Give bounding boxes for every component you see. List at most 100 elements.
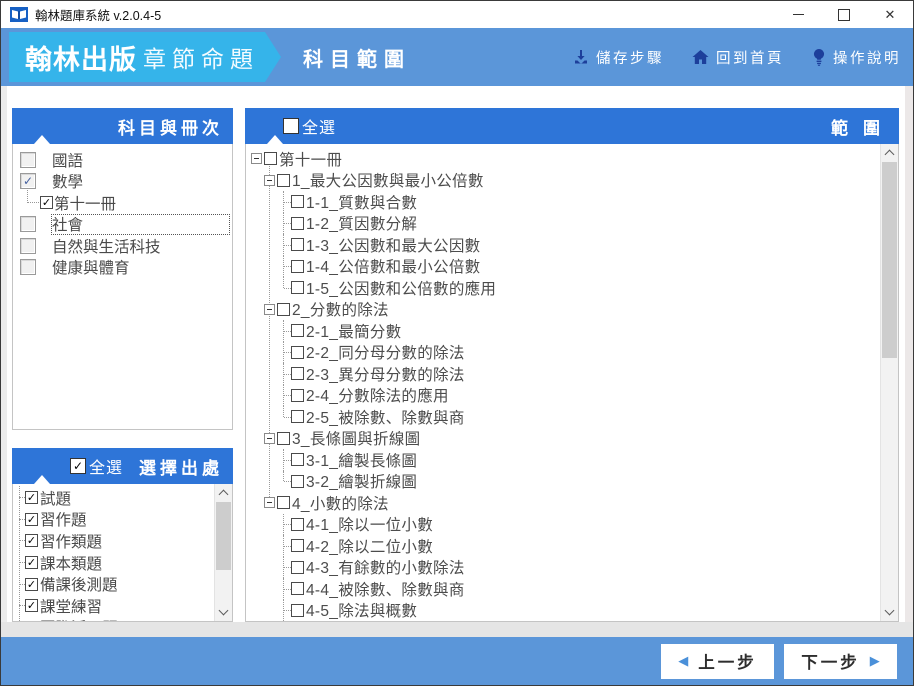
tree-checkbox[interactable]	[291, 517, 304, 531]
tree-label: 第十一冊	[279, 151, 343, 169]
tree-checkbox[interactable]	[291, 281, 304, 295]
subject-checkbox[interactable]	[20, 237, 36, 254]
tree-row[interactable]: 4-4_被除數、除數與商	[251, 578, 877, 600]
tree-checkbox[interactable]	[291, 324, 304, 338]
expand-toggle-icon[interactable]	[251, 153, 262, 165]
source-row[interactable]: ✓ 習作類題	[13, 530, 215, 552]
tree-row[interactable]: 3-2_繪製折線圖	[251, 470, 877, 493]
scope-select-all-checkbox[interactable]	[283, 118, 299, 134]
tree-checkbox[interactable]	[291, 216, 304, 230]
subject-label: 第十一冊	[54, 195, 117, 213]
sources-panel: ✓ 全選 選擇出處 ✓試題✓習作題✓習作類題✓課本類題✓備課後測題✓課堂練習✓國…	[12, 448, 233, 622]
tree-row[interactable]: 2_分數的除法	[251, 299, 877, 321]
subject-checkbox[interactable]	[20, 259, 36, 276]
source-label: 習作題	[40, 512, 87, 530]
tree-checkbox[interactable]	[291, 238, 304, 252]
tree-checkbox[interactable]	[291, 388, 304, 402]
source-row[interactable]: ✓ 備課後測題	[13, 573, 215, 595]
tree-row[interactable]: 2-2_同分母分數的除法	[251, 341, 877, 364]
tree-checkbox[interactable]	[277, 496, 290, 510]
scroll-up-icon[interactable]	[881, 144, 898, 161]
tree-row[interactable]: 1-1_質數與合數	[251, 191, 877, 213]
subject-row[interactable]: 健康與體育	[13, 257, 232, 279]
tree-row[interactable]: 4-5_除法與概數	[251, 599, 877, 622]
next-step-button[interactable]: 下一步 ▶	[784, 643, 897, 679]
tree-row[interactable]: 4-1_除以一位小數	[251, 513, 877, 536]
tree-checkbox[interactable]	[291, 367, 304, 381]
save-steps-button[interactable]: 儲存步驟	[573, 47, 664, 68]
expand-toggle-icon[interactable]	[264, 497, 275, 509]
tree-row[interactable]: 4-3_有餘數的小數除法	[251, 556, 877, 579]
close-button[interactable]: ✕	[867, 1, 913, 28]
source-checkbox[interactable]: ✓	[25, 577, 38, 591]
source-row[interactable]: ✓ 課堂練習	[13, 595, 215, 617]
minimize-button[interactable]	[775, 1, 821, 28]
tree-checkbox[interactable]	[277, 431, 290, 445]
subject-row[interactable]: 自然與生活科技	[13, 235, 232, 257]
tree-checkbox[interactable]	[291, 603, 304, 617]
maximize-button[interactable]	[821, 1, 867, 28]
tree-checkbox[interactable]	[291, 410, 304, 424]
tree-connector	[277, 599, 291, 622]
tree-row[interactable]: 第十一冊	[251, 148, 877, 170]
tree-checkbox[interactable]	[291, 560, 304, 574]
source-row[interactable]: ✓ 試題	[13, 487, 215, 509]
subject-checkbox[interactable]: ✓	[40, 196, 53, 210]
source-checkbox[interactable]: ✓	[25, 534, 38, 548]
tree-row[interactable]: 4-2_除以二位小數	[251, 535, 877, 557]
scroll-down-icon[interactable]	[881, 604, 898, 621]
subject-row[interactable]: 社會	[13, 213, 232, 236]
source-checkbox[interactable]: ✓	[25, 556, 38, 570]
tree-checkbox[interactable]	[264, 152, 277, 166]
tree-checkbox[interactable]	[291, 259, 304, 273]
tree-checkbox[interactable]	[291, 345, 304, 359]
tree-row[interactable]: 2-5_被除數、除數與商	[251, 406, 877, 428]
source-row[interactable]: ✓國際活用題	[13, 617, 215, 621]
source-checkbox[interactable]: ✓	[25, 599, 38, 613]
source-row[interactable]: ✓ 課本類題	[13, 552, 215, 574]
tree-row[interactable]: 2-1_最簡分數	[251, 320, 877, 342]
tree-row[interactable]: 1-3_公因數和最大公因數	[251, 234, 877, 256]
tree-row[interactable]: 1-4_公倍數和最小公倍數	[251, 255, 877, 278]
scrollbar-thumb[interactable]	[882, 162, 897, 358]
tree-checkbox[interactable]	[291, 474, 304, 488]
tree-row[interactable]: 3-1_繪製長條圖	[251, 449, 877, 471]
minimize-icon	[792, 14, 804, 15]
subject-checkbox[interactable]	[20, 151, 36, 168]
expand-toggle-icon[interactable]	[264, 303, 275, 315]
tree-checkbox[interactable]	[277, 173, 290, 187]
source-label: 試題	[40, 490, 72, 508]
scroll-down-icon[interactable]	[215, 604, 232, 621]
subject-row[interactable]: ✓ 數學	[13, 171, 232, 193]
tree-checkbox[interactable]	[291, 195, 304, 209]
subject-checkbox[interactable]	[20, 216, 36, 233]
tree-checkbox[interactable]	[277, 302, 290, 316]
scroll-up-icon[interactable]	[215, 484, 232, 501]
tree-row[interactable]: 1-2_質因數分解	[251, 212, 877, 235]
tree-row[interactable]: 4_小數的除法	[251, 492, 877, 514]
tree-checkbox[interactable]	[291, 582, 304, 596]
subject-checkbox[interactable]: ✓	[20, 173, 36, 190]
scrollbar-thumb[interactable]	[216, 502, 231, 570]
tree-row[interactable]: 1_最大公因數與最小公倍數	[251, 170, 877, 192]
home-button[interactable]: 回到首頁	[692, 47, 784, 68]
tree-row[interactable]: 2-4_分數除法的應用	[251, 384, 877, 407]
expand-toggle-icon[interactable]	[264, 432, 275, 444]
tree-row[interactable]: 2-3_異分母分數的除法	[251, 363, 877, 385]
sources-scrollbar[interactable]	[214, 484, 232, 621]
help-button[interactable]: 操作說明	[812, 47, 901, 68]
sources-select-all-label: 全選	[89, 460, 124, 477]
source-row[interactable]: ✓ 習作題	[13, 509, 215, 531]
tree-row[interactable]: 3_長條圖與折線圖	[251, 428, 877, 450]
sources-select-all-checkbox[interactable]: ✓	[70, 458, 86, 474]
tree-row[interactable]: 1-5_公因數和公倍數的應用	[251, 277, 877, 299]
tree-checkbox[interactable]	[291, 539, 304, 553]
expand-toggle-icon[interactable]	[264, 174, 275, 186]
source-checkbox[interactable]: ✓	[25, 512, 38, 526]
prev-step-button[interactable]: ◀ 上一步	[661, 643, 774, 679]
subject-row[interactable]: 國語	[13, 149, 232, 171]
scope-scrollbar[interactable]	[880, 144, 898, 621]
source-checkbox[interactable]: ✓	[25, 491, 38, 505]
subject-row[interactable]: ✓ 第十一冊	[13, 188, 232, 214]
tree-checkbox[interactable]	[291, 453, 304, 467]
